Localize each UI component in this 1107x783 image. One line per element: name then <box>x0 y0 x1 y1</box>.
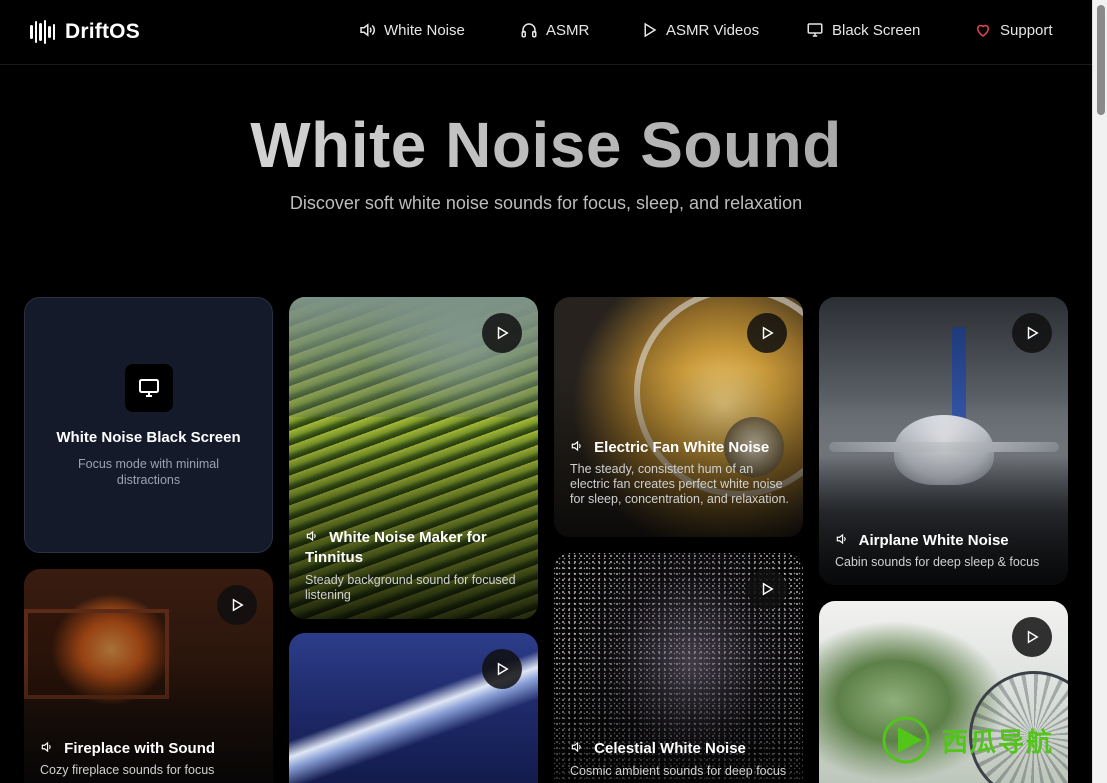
speaker-icon <box>360 23 375 37</box>
speaker-icon <box>306 530 316 542</box>
nav-label: Black Screen <box>832 21 921 39</box>
play-button[interactable] <box>482 649 522 689</box>
card-title-text: White Noise Maker for Tinnitus <box>305 529 487 566</box>
nav-item-asmr-videos[interactable]: ASMR Videos <box>640 21 759 39</box>
play-button[interactable] <box>1012 617 1052 657</box>
nav-item-asmr[interactable]: ASMR <box>520 21 589 39</box>
card-title: Celestial White Noise <box>570 739 795 759</box>
card-airplane-white-noise[interactable]: Airplane White Noise Cabin sounds for de… <box>819 297 1068 585</box>
play-icon <box>1027 630 1039 644</box>
card-title: Fireplace with Sound <box>40 739 265 759</box>
monitor-icon <box>807 23 823 37</box>
card-description: Cabin sounds for deep sleep & focus <box>835 555 1040 569</box>
card-title-text: Airplane White Noise <box>858 532 1009 549</box>
play-button[interactable] <box>217 585 257 625</box>
play-icon <box>497 662 509 676</box>
nav-item-white-noise[interactable]: White Noise <box>358 21 465 39</box>
monitor-icon <box>125 364 173 412</box>
nav-item-black-screen[interactable]: Black Screen <box>806 21 920 39</box>
play-button[interactable] <box>1012 313 1052 353</box>
card-title-text: Fireplace with Sound <box>64 740 216 757</box>
heart-icon <box>976 24 990 37</box>
nav-label: White Noise <box>384 21 465 39</box>
nav-label: ASMR Videos <box>666 21 760 39</box>
speaker-icon <box>836 533 846 545</box>
speaker-icon <box>571 741 581 753</box>
card-description: Cozy fireplace sounds for focus <box>40 763 215 777</box>
card-title: Electric Fan White Noise <box>570 438 795 458</box>
page-scrollbar[interactable] <box>1092 0 1107 783</box>
card-description: Cosmic ambient sounds for deep focus <box>570 764 787 778</box>
nav-label: Support <box>1000 21 1053 39</box>
card-title: White Noise Black Screen <box>56 429 241 446</box>
card-title-text: Electric Fan White Noise <box>594 439 770 456</box>
card-white-noise-tinnitus[interactable]: White Noise Maker for Tinnitus Steady ba… <box>289 297 538 619</box>
play-icon <box>1027 326 1039 340</box>
card-description: The steady, consistent hum of an electri… <box>570 462 789 506</box>
watermark-icon <box>882 716 930 764</box>
play-icon <box>644 22 657 38</box>
card-title: White Noise Maker for Tinnitus <box>305 528 520 568</box>
page-subtitle: Discover soft white noise sounds for foc… <box>289 193 803 213</box>
play-button[interactable] <box>747 569 787 609</box>
card-description: Focus mode with minimal distractions <box>77 457 219 487</box>
card-white-noise-black-screen[interactable]: White Noise Black Screen Focus mode with… <box>24 297 273 553</box>
nav-label: ASMR <box>546 21 590 39</box>
scrollbar-thumb[interactable] <box>1097 5 1105 115</box>
watermark-logo: 西瓜导航 <box>880 715 1054 765</box>
headphones-icon <box>521 23 537 38</box>
page-title: White Noise Sound <box>0 108 1092 182</box>
play-icon <box>762 582 774 596</box>
play-icon <box>497 326 509 340</box>
play-button[interactable] <box>747 313 787 353</box>
card-description: Steady background sound for focused list… <box>305 573 516 602</box>
speaker-icon <box>41 741 51 753</box>
card-fireplace-with-sound[interactable]: Fireplace with Sound Cozy fireplace soun… <box>24 569 273 783</box>
site-header: DriftOS White Noise ASMR ASMR Videos Bla… <box>0 0 1092 65</box>
play-icon <box>762 326 774 340</box>
card-title: Airplane White Noise <box>835 531 1060 551</box>
card-title-text: Celestial White Noise <box>594 740 746 757</box>
play-icon <box>232 598 244 612</box>
nav-item-support[interactable]: Support <box>974 21 1053 39</box>
main-nav: White Noise ASMR ASMR Videos Black Scree… <box>0 21 1092 45</box>
card-mountain-white-noise[interactable] <box>289 633 538 783</box>
watermark-text: 西瓜导航 <box>942 726 1055 757</box>
speaker-icon <box>571 440 581 452</box>
play-button[interactable] <box>482 313 522 353</box>
card-electric-fan-white-noise[interactable]: Electric Fan White Noise The steady, con… <box>554 297 803 537</box>
card-celestial-white-noise[interactable]: Celestial White Noise Cosmic ambient sou… <box>554 553 803 783</box>
